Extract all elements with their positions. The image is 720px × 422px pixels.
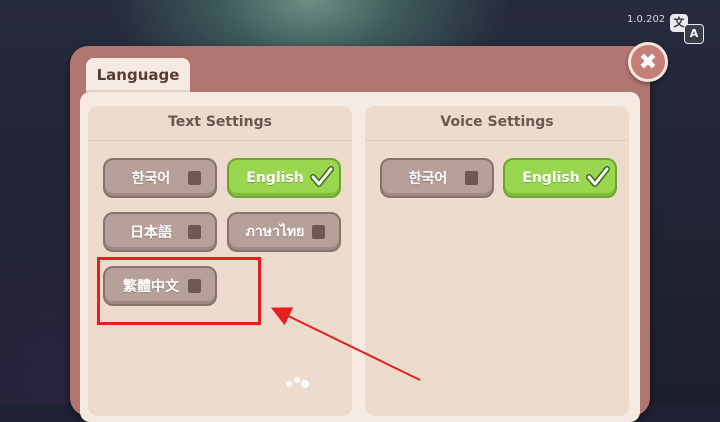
voice-settings-section: Voice Settings [365,106,629,416]
tab-language[interactable]: Language [86,58,190,92]
annotation-highlight-box [97,257,261,325]
checkbox-empty-icon [312,225,325,239]
checkmark-icon [586,166,610,187]
close-button[interactable]: ✖ [628,42,668,82]
translate-icon[interactable]: 文 A [668,12,704,44]
close-icon: ✖ [638,49,658,75]
version-label: 1.0.202 [627,14,666,25]
text-lang-korean-button[interactable]: 한국어 [103,158,217,198]
voice-settings-title: Voice Settings [440,114,554,130]
text-lang-thai-button[interactable]: ภาษาไทย [227,212,341,252]
voice-lang-english-button[interactable]: English [503,158,617,198]
text-lang-japanese-button[interactable]: 日本語 [103,212,217,252]
checkmark-icon [310,166,334,187]
translate-icon-target: A [684,24,704,44]
divider [88,140,352,141]
divider [365,140,629,141]
voice-lang-korean-button[interactable]: 한국어 [380,158,494,198]
text-settings-title: Text Settings [168,114,272,130]
checkbox-empty-icon [465,171,478,185]
text-lang-english-button[interactable]: English [227,158,341,198]
loading-dots-icon [286,377,309,388]
checkbox-empty-icon [188,171,201,185]
checkbox-empty-icon [188,225,201,239]
